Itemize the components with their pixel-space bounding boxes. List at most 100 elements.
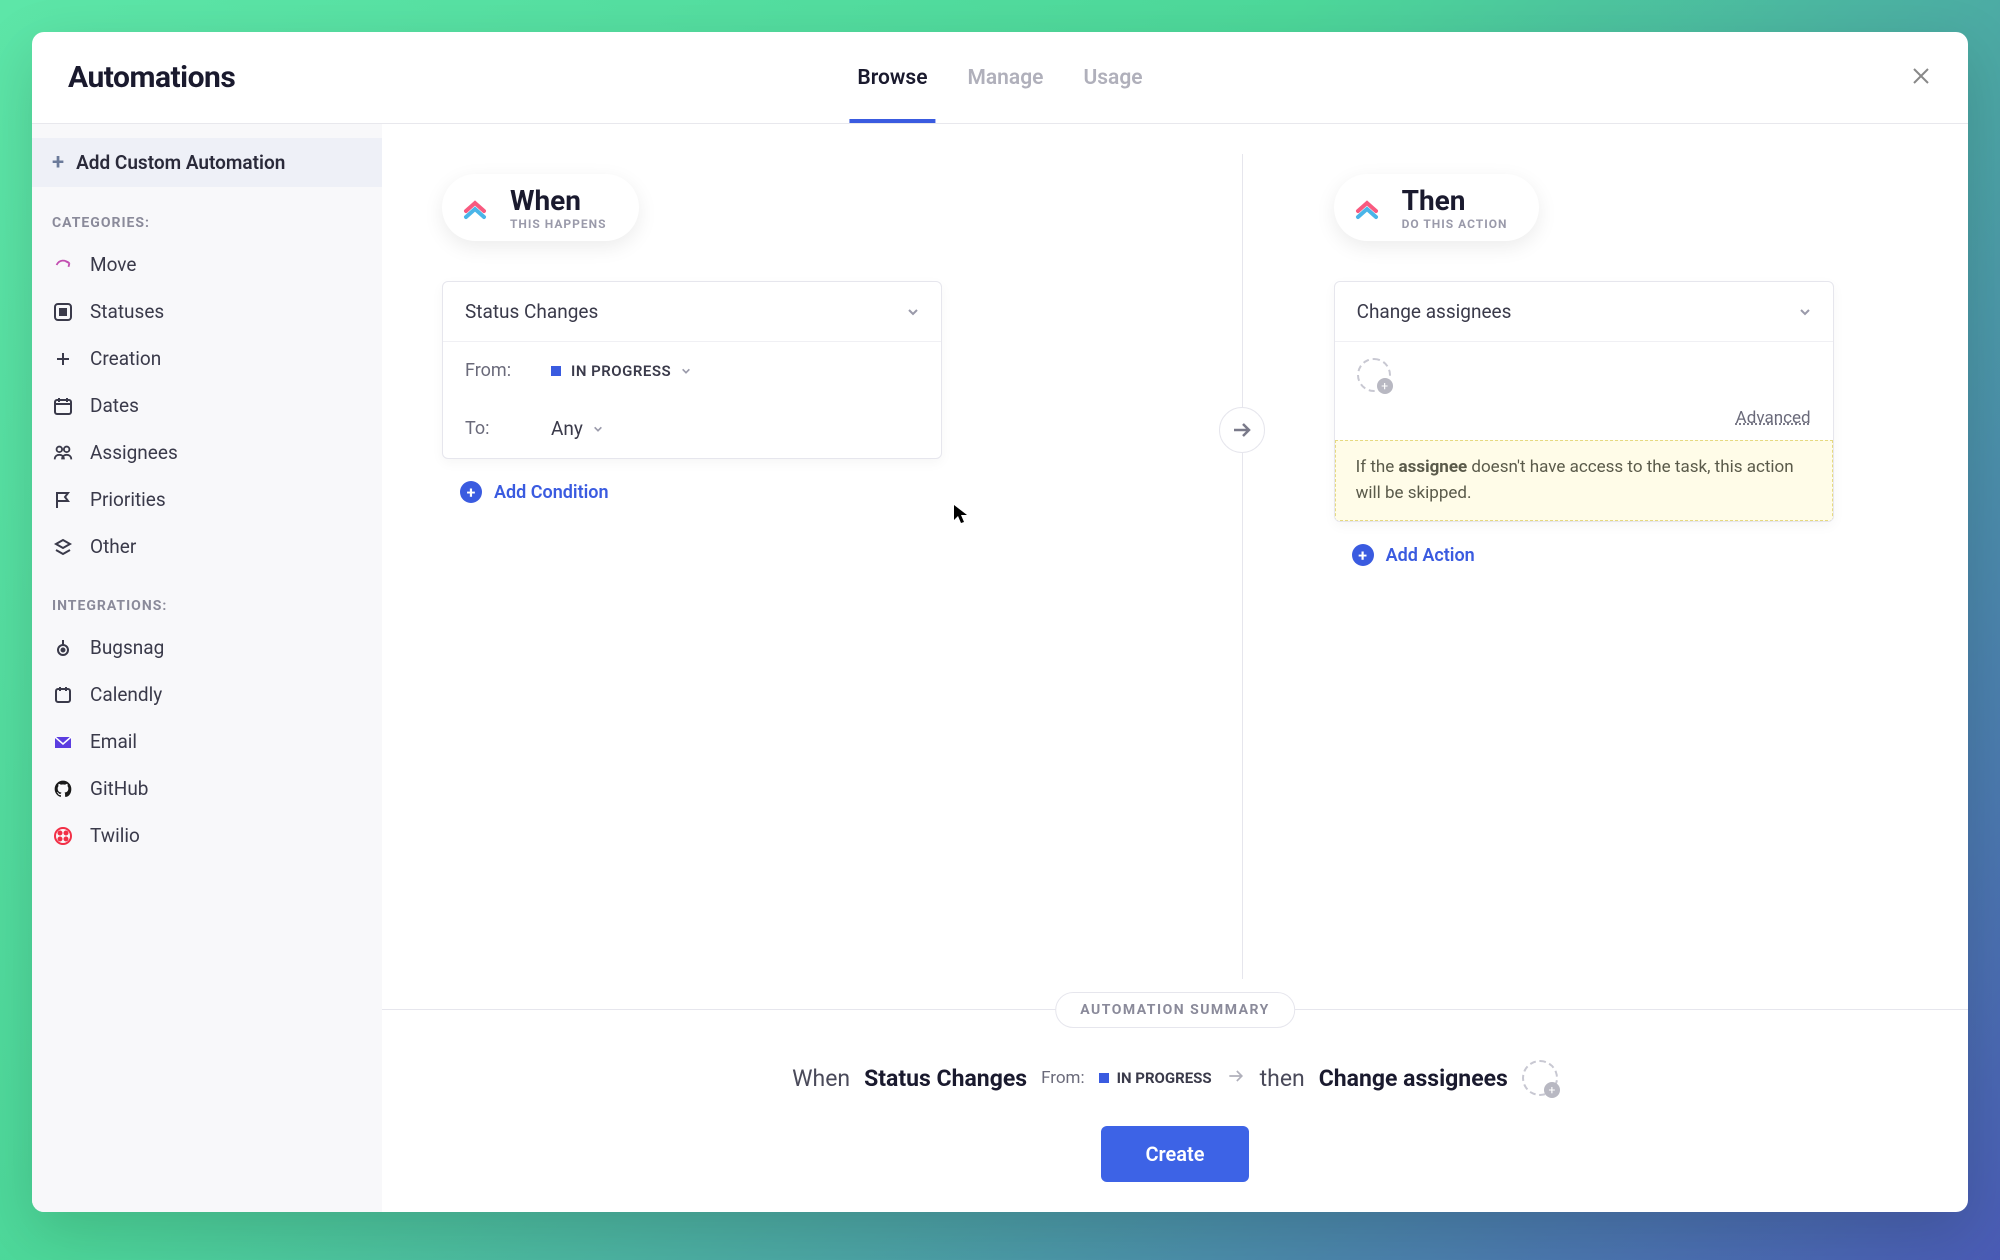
summary-from-label: From:: [1041, 1068, 1085, 1088]
from-status-select[interactable]: IN PROGRESS: [551, 362, 691, 380]
sidebar-item-label: Dates: [90, 394, 139, 417]
sidebar-item-creation[interactable]: Creation: [32, 335, 382, 382]
header-tabs: Browse Manage Usage: [857, 32, 1142, 123]
close-button[interactable]: [1910, 65, 1932, 91]
sidebar-item-label: Other: [90, 535, 136, 558]
to-status-select[interactable]: Any: [551, 417, 603, 440]
sidebar-item-twilio[interactable]: Twilio: [32, 812, 382, 859]
arrow-right-icon: [1226, 1065, 1246, 1092]
sidebar-item-label: Assignees: [90, 441, 178, 464]
modal-content: + Add Custom Automation CATEGORIES: Move…: [32, 124, 1968, 1212]
status-color-icon: [1099, 1073, 1109, 1083]
tab-browse[interactable]: Browse: [857, 32, 927, 123]
then-header: Then DO THIS ACTION: [1334, 174, 1540, 241]
modal-title: Automations: [68, 60, 235, 95]
action-value: Change assignees: [1357, 300, 1512, 323]
sidebar-item-github[interactable]: GitHub: [32, 765, 382, 812]
tab-manage[interactable]: Manage: [968, 32, 1044, 123]
from-row: From: IN PROGRESS: [443, 342, 941, 399]
summary-text: When Status Changes From: IN PROGRESS th…: [792, 1060, 1558, 1096]
create-button[interactable]: Create: [1101, 1126, 1248, 1182]
sidebar-item-label: Creation: [90, 347, 161, 370]
sidebar-item-bugsnag[interactable]: Bugsnag: [32, 624, 382, 671]
automation-builder: When THIS HAPPENS Status Changes Fro: [382, 124, 1968, 1009]
integrations-heading: INTEGRATIONS:: [32, 570, 382, 624]
add-action-label: Add Action: [1386, 545, 1475, 566]
summary-when: When: [792, 1065, 850, 1092]
sidebar-item-label: Move: [90, 253, 136, 276]
bugsnag-icon: [52, 637, 74, 659]
layers-icon: [52, 536, 74, 558]
advanced-link[interactable]: Advanced: [1335, 404, 1833, 440]
flag-icon: [52, 489, 74, 511]
main-panel: When THIS HAPPENS Status Changes Fro: [382, 124, 1968, 1212]
add-custom-automation-label: Add Custom Automation: [76, 151, 285, 174]
action-card: Change assignees Advanced If the assigne…: [1334, 281, 1834, 522]
sidebar-item-label: Priorities: [90, 488, 166, 511]
add-custom-automation-button[interactable]: + Add Custom Automation: [32, 138, 382, 187]
modal-header: Automations Browse Manage Usage: [32, 32, 1968, 124]
email-icon: [52, 731, 74, 753]
github-icon: [52, 778, 74, 800]
then-title: Then: [1402, 184, 1508, 217]
assignee-area: [1335, 342, 1833, 404]
from-label: From:: [465, 360, 523, 381]
when-subtitle: THIS HAPPENS: [510, 217, 607, 231]
when-title: When: [510, 184, 607, 217]
summary-action: Change assignees: [1319, 1065, 1508, 1092]
plus-circle-icon: +: [1352, 544, 1374, 566]
clickup-logo-icon: [456, 189, 494, 227]
calendly-icon: [52, 684, 74, 706]
flow-arrow: [1219, 407, 1265, 453]
sidebar-item-label: GitHub: [90, 777, 148, 800]
status-icon: [52, 301, 74, 323]
sidebar-item-dates[interactable]: Dates: [32, 382, 382, 429]
chevron-down-icon: [1799, 300, 1811, 323]
sidebar-item-statuses[interactable]: Statuses: [32, 288, 382, 335]
trigger-card: Status Changes From: IN PROGRESS: [442, 281, 942, 459]
sidebar: + Add Custom Automation CATEGORIES: Move…: [32, 124, 382, 1212]
when-header: When THIS HAPPENS: [442, 174, 639, 241]
add-condition-button[interactable]: + Add Condition: [460, 481, 942, 503]
categories-heading: CATEGORIES:: [32, 187, 382, 241]
chevron-down-icon: [681, 366, 691, 376]
sidebar-item-priorities[interactable]: Priorities: [32, 476, 382, 523]
to-row: To: Any: [443, 399, 941, 458]
summary-trigger: Status Changes: [864, 1065, 1027, 1092]
add-assignee-button[interactable]: [1357, 358, 1391, 392]
trigger-select[interactable]: Status Changes: [443, 282, 941, 342]
tab-usage[interactable]: Usage: [1083, 32, 1142, 123]
plus-circle-icon: +: [460, 481, 482, 503]
summary-badge: AUTOMATION SUMMARY: [1055, 992, 1295, 1028]
chevron-down-icon: [907, 300, 919, 323]
plus-icon: +: [52, 150, 64, 175]
sidebar-item-assignees[interactable]: Assignees: [32, 429, 382, 476]
when-column: When THIS HAPPENS Status Changes Fro: [442, 174, 942, 503]
sidebar-item-other[interactable]: Other: [32, 523, 382, 570]
center-divider: [1242, 154, 1243, 979]
automation-summary: AUTOMATION SUMMARY When Status Changes F…: [382, 1009, 1968, 1212]
sidebar-item-label: Statuses: [90, 300, 164, 323]
then-column: Then DO THIS ACTION Change assignees: [1334, 174, 1834, 566]
to-status-label: Any: [551, 417, 583, 440]
from-status-label: IN PROGRESS: [571, 362, 671, 380]
summary-assignee-placeholder[interactable]: [1522, 1060, 1558, 1096]
sidebar-item-calendly[interactable]: Calendly: [32, 671, 382, 718]
arrow-right-icon: [1230, 418, 1254, 442]
sidebar-item-label: Calendly: [90, 683, 162, 706]
creation-icon: [52, 348, 74, 370]
trigger-value: Status Changes: [465, 300, 598, 323]
then-subtitle: DO THIS ACTION: [1402, 217, 1508, 231]
sidebar-item-label: Bugsnag: [90, 636, 164, 659]
sidebar-item-move[interactable]: Move: [32, 241, 382, 288]
status-color-icon: [551, 366, 561, 376]
sidebar-item-label: Twilio: [90, 824, 140, 847]
twilio-icon: [52, 825, 74, 847]
add-action-button[interactable]: + Add Action: [1352, 544, 1834, 566]
access-warning: If the assignee doesn't have access to t…: [1335, 440, 1833, 521]
summary-then: then: [1260, 1065, 1305, 1092]
summary-from-status: IN PROGRESS: [1099, 1069, 1212, 1087]
action-select[interactable]: Change assignees: [1335, 282, 1833, 342]
automations-modal: Automations Browse Manage Usage + Add Cu…: [32, 32, 1968, 1212]
sidebar-item-email[interactable]: Email: [32, 718, 382, 765]
